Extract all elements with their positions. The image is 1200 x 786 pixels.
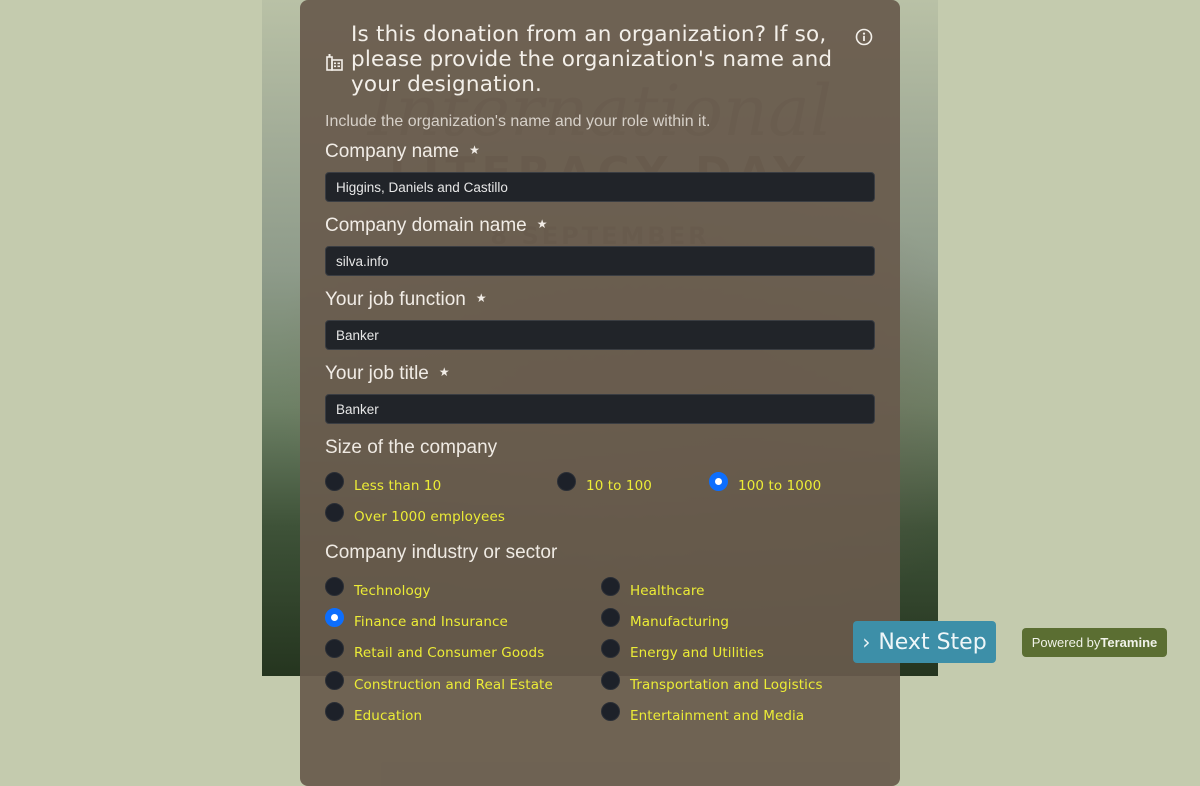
radio-button[interactable] bbox=[601, 577, 620, 596]
next-step-button[interactable]: › Next Step bbox=[853, 621, 996, 663]
required-star-icon: ★ bbox=[536, 217, 548, 231]
company-domain-label-text: Company domain name bbox=[325, 215, 527, 236]
radio-label: Finance and Insurance bbox=[354, 613, 508, 630]
question-header: Is this donation from an organization? I… bbox=[324, 22, 876, 97]
question-subtitle: Include the organization's name and your… bbox=[325, 113, 711, 130]
job-title-input[interactable] bbox=[325, 394, 875, 424]
powered-by-prefix: Powered by bbox=[1031, 635, 1101, 650]
radio-button[interactable] bbox=[325, 472, 344, 491]
radio-label: Less than 10 bbox=[354, 477, 442, 494]
company-name-input[interactable] bbox=[325, 172, 875, 202]
radio-button[interactable] bbox=[325, 702, 344, 721]
info-icon[interactable] bbox=[855, 28, 873, 46]
industry-option-education[interactable]: Education bbox=[325, 702, 423, 725]
radio-label: Entertainment and Media bbox=[630, 707, 805, 724]
company-name-label-text: Company name bbox=[325, 141, 460, 162]
job-function-label-text: Your job function bbox=[325, 289, 466, 310]
radio-label: Construction and Real Estate bbox=[354, 676, 553, 693]
required-star-icon: ★ bbox=[438, 365, 450, 379]
required-star-icon: ★ bbox=[475, 291, 487, 305]
radio-button-selected[interactable] bbox=[709, 472, 728, 491]
radio-button[interactable] bbox=[557, 472, 576, 491]
form-card: Is this donation from an organization? I… bbox=[300, 0, 900, 786]
radio-button[interactable] bbox=[601, 702, 620, 721]
radio-button[interactable] bbox=[325, 577, 344, 596]
question-title: Is this donation from an organization? I… bbox=[351, 22, 833, 97]
job-function-label: Your job function ★ bbox=[325, 289, 487, 311]
radio-label: Manufacturing bbox=[630, 613, 730, 630]
radio-label: 10 to 100 bbox=[586, 477, 652, 494]
powered-by-badge[interactable]: Powered by Teramine bbox=[1022, 628, 1167, 657]
radio-label: Retail and Consumer Goods bbox=[354, 644, 545, 661]
next-step-label: Next Step bbox=[878, 629, 987, 655]
radio-button[interactable] bbox=[601, 639, 620, 658]
building-icon bbox=[324, 52, 344, 72]
radio-button[interactable] bbox=[601, 671, 620, 690]
company-domain-label: Company domain name ★ bbox=[325, 215, 547, 237]
chevron-right-icon: › bbox=[862, 630, 871, 654]
industry-option-manufacturing[interactable]: Manufacturing bbox=[601, 608, 730, 631]
radio-button-selected[interactable] bbox=[325, 608, 344, 627]
size-option-less-than-10[interactable]: Less than 10 bbox=[325, 472, 442, 495]
size-option-over-1000[interactable]: Over 1000 employees bbox=[325, 503, 505, 526]
radio-label: Healthcare bbox=[630, 582, 705, 599]
company-size-label: Size of the company bbox=[325, 437, 498, 458]
industry-option-finance-insurance[interactable]: Finance and Insurance bbox=[325, 608, 508, 631]
industry-option-technology[interactable]: Technology bbox=[325, 577, 431, 600]
industry-option-healthcare[interactable]: Healthcare bbox=[601, 577, 705, 600]
size-option-100-to-1000[interactable]: 100 to 1000 bbox=[709, 472, 822, 495]
radio-button[interactable] bbox=[325, 671, 344, 690]
company-name-label: Company name ★ bbox=[325, 141, 480, 163]
job-function-input[interactable] bbox=[325, 320, 875, 350]
size-option-10-to-100[interactable]: 10 to 100 bbox=[557, 472, 652, 495]
job-title-label-text: Your job title bbox=[325, 363, 429, 384]
required-star-icon: ★ bbox=[469, 143, 480, 157]
industry-option-energy[interactable]: Energy and Utilities bbox=[601, 639, 765, 662]
radio-label: Technology bbox=[354, 582, 431, 599]
radio-label: 100 to 1000 bbox=[738, 477, 822, 494]
radio-label: Energy and Utilities bbox=[630, 644, 765, 661]
industry-option-construction[interactable]: Construction and Real Estate bbox=[325, 671, 553, 694]
industry-label: Company industry or sector bbox=[325, 542, 558, 563]
radio-label: Over 1000 employees bbox=[354, 508, 505, 525]
industry-option-transportation[interactable]: Transportation and Logistics bbox=[601, 671, 823, 694]
industry-option-entertainment[interactable]: Entertainment and Media bbox=[601, 702, 805, 725]
industry-option-retail[interactable]: Retail and Consumer Goods bbox=[325, 639, 545, 662]
radio-label: Education bbox=[354, 707, 423, 724]
radio-label: Transportation and Logistics bbox=[630, 676, 823, 693]
powered-by-brand: Teramine bbox=[1100, 635, 1158, 650]
radio-button[interactable] bbox=[325, 639, 344, 658]
job-title-label: Your job title ★ bbox=[325, 363, 450, 385]
radio-button[interactable] bbox=[325, 503, 344, 522]
company-domain-input[interactable] bbox=[325, 246, 875, 276]
radio-button[interactable] bbox=[601, 608, 620, 627]
